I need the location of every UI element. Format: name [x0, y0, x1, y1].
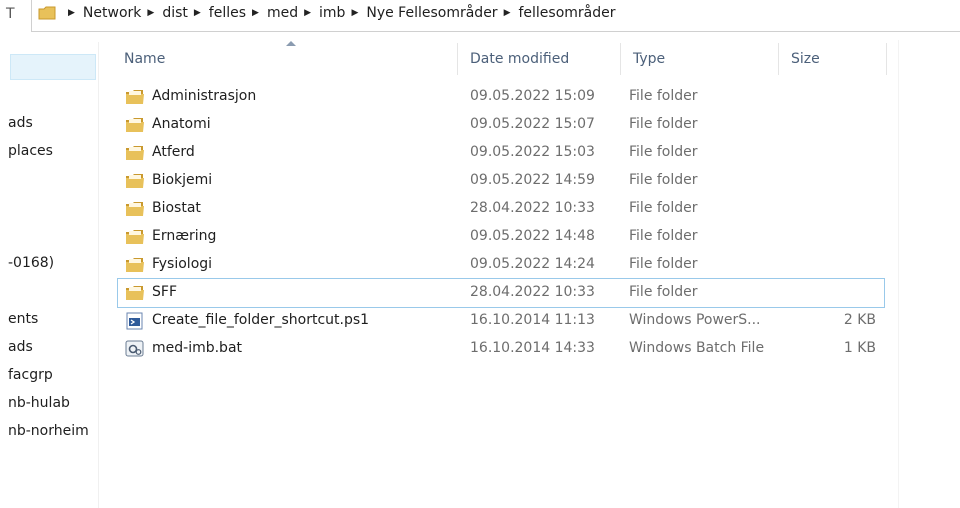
file-date-modified: 09.05.2022 14:59: [470, 172, 595, 188]
breadcrumb-item-fellesomrader[interactable]: fellesområder: [518, 5, 615, 21]
file-row[interactable]: Biokjemi 09.05.2022 14:59 File folder: [118, 167, 884, 195]
file-list: Administrasjon 09.05.2022 15:09 File folde…: [117, 83, 885, 363]
file-date-modified: 09.05.2022 14:48: [470, 228, 595, 244]
file-type: Windows PowerS...: [629, 312, 761, 328]
file-size: 1 KB: [843, 340, 876, 356]
folder-icon: [125, 144, 145, 162]
address-row: T ▶ Network ▶ dist ▶ felles ▶ med ▶ imb …: [0, 0, 960, 33]
file-type: File folder: [629, 284, 698, 300]
file-name: SFF: [152, 284, 177, 300]
batch-file-icon: [125, 340, 145, 358]
file-type: Windows Batch File: [629, 340, 765, 356]
chevron-right-icon[interactable]: ▶: [194, 8, 201, 18]
breadcrumb-item-nye-fellesomrader[interactable]: Nye Fellesområder: [366, 5, 497, 21]
file-name: Atferd: [152, 144, 195, 160]
file-name: Create_file_folder_shortcut.ps1: [152, 312, 370, 328]
file-row[interactable]: Biostat 28.04.2022 10:33 File folder: [118, 195, 884, 223]
chevron-right-icon[interactable]: ▶: [252, 8, 259, 18]
file-date-modified: 09.05.2022 14:24: [470, 256, 595, 272]
up-button[interactable]: T: [6, 6, 15, 22]
file-name: Anatomi: [152, 116, 211, 132]
pane-edge: [898, 40, 899, 508]
file-date-modified: 28.04.2022 10:33: [470, 200, 595, 216]
breadcrumb-item-network[interactable]: Network: [83, 5, 141, 21]
file-row[interactable]: med-imb.bat 16.10.2014 14:33 Windows Batch…: [118, 335, 884, 363]
address-bar[interactable]: ▶ Network ▶ dist ▶ felles ▶ med ▶ imb ▶ …: [31, 0, 960, 32]
navigation-pane: ads places -0168) ents ads facgrp nb-hul…: [0, 42, 98, 508]
file-name: Administrasjon: [152, 88, 257, 104]
folder-icon: [38, 6, 56, 20]
file-date-modified: 09.05.2022 15:09: [470, 88, 595, 104]
column-header-size[interactable]: Size: [779, 43, 887, 75]
file-size: 2 KB: [843, 312, 876, 328]
chevron-right-icon[interactable]: ▶: [68, 8, 75, 18]
file-name: Biokjemi: [152, 172, 213, 188]
file-name: Ernæring: [152, 228, 217, 244]
file-row[interactable]: SFF 28.04.2022 10:33 File folder: [117, 278, 885, 308]
breadcrumb-item-med[interactable]: med: [267, 5, 298, 21]
folder-icon: [125, 284, 145, 302]
nav-item-downloads[interactable]: ads: [8, 115, 33, 131]
file-type: File folder: [629, 228, 698, 244]
file-row[interactable]: Anatomi 09.05.2022 15:07 File folder: [118, 111, 884, 139]
column-header-date[interactable]: Date modified: [458, 43, 621, 75]
file-date-modified: 28.04.2022 10:33: [470, 284, 595, 300]
nav-item-downloads-2[interactable]: ads: [8, 339, 33, 355]
nav-item-selected[interactable]: [10, 54, 96, 80]
file-type: File folder: [629, 172, 698, 188]
chevron-right-icon[interactable]: ▶: [304, 8, 311, 18]
breadcrumb: ▶ Network ▶ dist ▶ felles ▶ med ▶ imb ▶ …: [38, 5, 616, 21]
file-name: Fysiologi: [152, 256, 213, 272]
file-row[interactable]: Atferd 09.05.2022 15:03 File folder: [118, 139, 884, 167]
folder-icon: [125, 88, 145, 106]
file-date-modified: 09.05.2022 15:07: [470, 116, 595, 132]
breadcrumb-item-felles[interactable]: felles: [209, 5, 246, 21]
file-type: File folder: [629, 116, 698, 132]
chevron-right-icon[interactable]: ▶: [147, 8, 154, 18]
file-type: File folder: [629, 144, 698, 160]
folder-icon: [125, 172, 145, 190]
file-type: File folder: [629, 88, 698, 104]
folder-icon: [125, 228, 145, 246]
file-date-modified: 16.10.2014 11:13: [470, 312, 595, 328]
file-date-modified: 09.05.2022 15:03: [470, 144, 595, 160]
folder-icon: [125, 256, 145, 274]
chevron-right-icon[interactable]: ▶: [351, 8, 358, 18]
nav-item-recent-places[interactable]: places: [8, 143, 53, 159]
nav-item-facgrp[interactable]: facgrp: [8, 367, 53, 383]
file-date-modified: 16.10.2014 14:33: [470, 340, 595, 356]
nav-item-drive[interactable]: -0168): [8, 255, 54, 271]
nav-item-hulab[interactable]: nb-hulab: [8, 395, 70, 411]
nav-item-norheim[interactable]: nb-norheim: [8, 423, 89, 439]
file-type: File folder: [629, 256, 698, 272]
file-row[interactable]: Fysiologi 09.05.2022 14:24 File folder: [118, 251, 884, 279]
breadcrumb-item-dist[interactable]: dist: [162, 5, 188, 21]
nav-item-documents[interactable]: ents: [8, 311, 38, 327]
powershell-script-icon: [125, 312, 145, 330]
file-row[interactable]: Administrasjon 09.05.2022 15:09 File folde…: [118, 83, 884, 111]
file-name: med-imb.bat: [152, 340, 243, 356]
column-header-row: Name Date modified Type Size: [112, 43, 887, 75]
column-header-name[interactable]: Name: [112, 43, 458, 75]
file-row[interactable]: Ernæring 09.05.2022 14:48 File folder: [118, 223, 884, 251]
column-header-type[interactable]: Type: [621, 43, 779, 75]
file-name: Biostat: [152, 200, 201, 216]
chevron-right-icon[interactable]: ▶: [504, 8, 511, 18]
folder-icon: [125, 200, 145, 218]
folder-icon: [125, 116, 145, 134]
file-row[interactable]: Create_file_folder_shortcut.ps1 16.10.201…: [118, 307, 884, 335]
pane-divider[interactable]: [98, 42, 99, 508]
breadcrumb-item-imb[interactable]: imb: [319, 5, 345, 21]
file-type: File folder: [629, 200, 698, 216]
